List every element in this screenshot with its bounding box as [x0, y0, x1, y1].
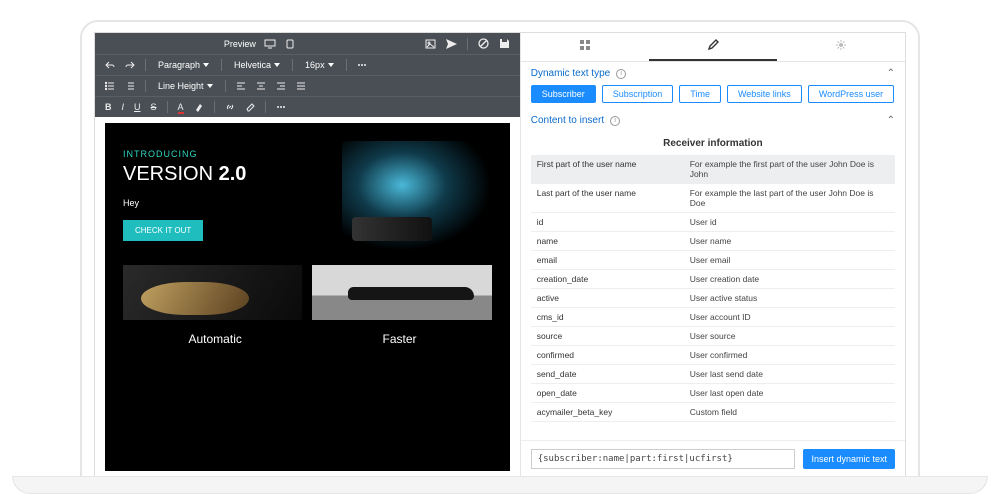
table-row[interactable]: send_dateUser last send date [531, 365, 895, 384]
chip-time[interactable]: Time [679, 85, 721, 103]
chevron-up-icon: ⌃ [887, 68, 895, 79]
toolbar-row-2: Paragraph Helvetica 16px [95, 55, 520, 76]
align-right-icon[interactable] [274, 79, 288, 93]
align-justify-icon[interactable] [294, 79, 308, 93]
table-row[interactable]: confirmedUser confirmed [531, 346, 895, 365]
chevron-up-icon: ⌃ [887, 115, 895, 126]
chip-wordpress-user[interactable]: WordPress user [808, 85, 894, 103]
app-window: Preview Paragraph Helvetica 16px [94, 32, 906, 478]
info-icon[interactable]: i [610, 116, 620, 126]
hero-title: VERSION 2.0 [123, 163, 330, 186]
cta-button[interactable]: CHECK IT OUT [123, 220, 203, 241]
dynamic-code-input[interactable]: {subscriber:name|part:first|ucfirst} [531, 449, 796, 469]
size-select[interactable]: 16px [301, 59, 338, 71]
panel-title: Receiver information [531, 132, 895, 155]
bullet-list-icon[interactable] [103, 79, 117, 93]
table-row[interactable]: open_dateUser last open date [531, 384, 895, 403]
more-icon[interactable] [355, 61, 369, 69]
chip-subscriber[interactable]: Subscriber [531, 85, 596, 103]
italic-icon[interactable]: I [120, 100, 127, 114]
redo-icon[interactable] [123, 58, 137, 72]
save-icon[interactable] [497, 36, 512, 51]
tab-grid[interactable] [521, 33, 649, 61]
toolbar-row-4: B I U S A [95, 97, 520, 117]
chip-subscription[interactable]: Subscription [602, 85, 674, 103]
side-tabs [521, 33, 905, 62]
editor-toolbar: Preview Paragraph Helvetica 16px [95, 33, 520, 117]
email-body: INTRODUCING VERSION 2.0 Hey CHECK IT OUT… [105, 123, 510, 471]
align-center-icon[interactable] [254, 79, 268, 93]
greeting-text[interactable]: Hey [123, 198, 330, 208]
thumb-2 [312, 265, 491, 320]
highlight-icon[interactable] [192, 100, 206, 114]
panel-footer: {subscriber:name|part:first|ucfirst} Ins… [521, 440, 905, 477]
insert-button[interactable]: Insert dynamic text [803, 449, 895, 469]
table-row[interactable]: sourceUser source [531, 327, 895, 346]
image-icon[interactable] [423, 37, 438, 51]
preview-label: Preview [224, 39, 256, 49]
paragraph-select[interactable]: Paragraph [154, 59, 213, 71]
table-row[interactable]: emailUser email [531, 251, 895, 270]
toolbar-row-1: Preview [95, 33, 520, 55]
tab-edit[interactable] [649, 33, 777, 61]
table-row[interactable]: creation_dateUser creation date [531, 270, 895, 289]
send-icon[interactable] [444, 37, 459, 51]
table-row[interactable]: idUser id [531, 213, 895, 232]
cancel-icon[interactable] [476, 36, 491, 51]
email-canvas[interactable]: INTRODUCING VERSION 2.0 Hey CHECK IT OUT… [95, 117, 520, 477]
table-row[interactable]: cms_idUser account ID [531, 308, 895, 327]
number-list-icon[interactable] [123, 79, 137, 93]
laptop-frame: Preview Paragraph Helvetica 16px [80, 20, 920, 480]
link-icon[interactable] [223, 100, 237, 114]
tab-settings[interactable] [777, 33, 905, 61]
side-panel: Dynamic text type i ⌃ Subscriber Subscrip… [520, 33, 905, 477]
thumb-1 [123, 265, 302, 320]
table-row[interactable]: activeUser active status [531, 289, 895, 308]
underline-icon[interactable]: U [132, 100, 143, 114]
text-color-icon[interactable]: A [176, 100, 186, 114]
table-row[interactable]: nameUser name [531, 232, 895, 251]
chip-website-links[interactable]: Website links [727, 85, 802, 103]
hero-image [342, 141, 492, 251]
intro-label: INTRODUCING [123, 149, 330, 159]
eraser-icon[interactable] [243, 100, 257, 114]
toolbar-row-3: Line Height [95, 76, 520, 97]
strike-icon[interactable]: S [149, 100, 159, 114]
mobile-icon[interactable] [284, 37, 296, 51]
info-icon[interactable]: i [616, 69, 626, 79]
editor-pane: Preview Paragraph Helvetica 16px [95, 33, 520, 477]
table-row[interactable]: Last part of the user nameFor example th… [531, 184, 895, 213]
info-panel: Receiver information First part of the u… [521, 132, 905, 440]
section-content-insert[interactable]: Content to insert i ⌃ [521, 109, 905, 132]
font-select[interactable]: Helvetica [230, 59, 284, 71]
lineheight-select[interactable]: Line Height [154, 80, 217, 92]
table-row[interactable]: First part of the user nameFor example t… [531, 155, 895, 184]
section-dynamic-type[interactable]: Dynamic text type i ⌃ [521, 62, 905, 85]
caption-1: Automatic [123, 332, 307, 346]
bold-icon[interactable]: B [103, 100, 114, 114]
more2-icon[interactable] [274, 103, 288, 111]
type-chips: Subscriber Subscription Time Website links W… [521, 85, 905, 109]
desktop-icon[interactable] [262, 37, 278, 51]
caption-2: Faster [307, 332, 491, 346]
align-left-icon[interactable] [234, 79, 248, 93]
undo-icon[interactable] [103, 58, 117, 72]
info-table: First part of the user nameFor example t… [531, 155, 895, 422]
table-row[interactable]: acymailer_beta_keyCustom field [531, 403, 895, 422]
